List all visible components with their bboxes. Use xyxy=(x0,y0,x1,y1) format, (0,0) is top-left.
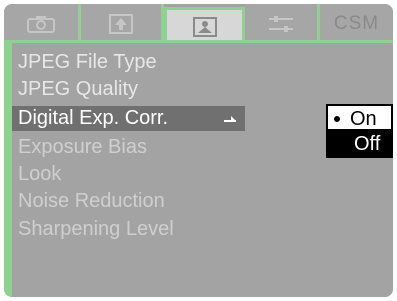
option-on[interactable]: On xyxy=(326,104,393,131)
option-label: On xyxy=(350,108,377,130)
selected-bullet-icon xyxy=(334,116,340,122)
menu-item-noise-reduction[interactable]: Noise Reduction xyxy=(18,189,165,214)
tab-camera[interactable] xyxy=(4,4,81,43)
option-popup: On Off xyxy=(326,104,393,158)
tab-setup[interactable] xyxy=(245,4,320,43)
camera-icon xyxy=(27,15,55,33)
menu-item-jpeg-file-type[interactable]: JPEG File Type xyxy=(18,50,157,75)
tab-playback[interactable] xyxy=(81,4,164,43)
menu-list: JPEG File Type JPEG Quality Digital Exp.… xyxy=(12,43,393,297)
tab-shooting-menu[interactable] xyxy=(164,7,245,43)
option-label: Off xyxy=(354,133,381,155)
menu-item-exposure-bias[interactable]: Exposure Bias xyxy=(18,135,147,160)
menu-item-look[interactable]: Look xyxy=(18,162,61,187)
playback-icon xyxy=(109,13,133,34)
shooting-menu-icon xyxy=(192,16,217,37)
menu-item-label: Digital Exp. Corr. xyxy=(18,107,169,129)
csm-label: CSM xyxy=(333,12,380,34)
camera-menu-screen: CSM JPEG File Type JPEG Quality Digital … xyxy=(4,4,393,297)
menu-item-digital-exp-corr[interactable]: Digital Exp. Corr. xyxy=(12,106,245,131)
menu-side-bar xyxy=(4,43,12,297)
tab-csm[interactable]: CSM xyxy=(320,4,393,43)
option-off[interactable]: Off xyxy=(326,131,393,158)
menu-item-sharpening-level[interactable]: Sharpening Level xyxy=(18,217,174,242)
setup-icon xyxy=(269,15,293,32)
menu-item-jpeg-quality[interactable]: JPEG Quality xyxy=(18,77,138,102)
submenu-arrow-icon xyxy=(224,116,236,122)
